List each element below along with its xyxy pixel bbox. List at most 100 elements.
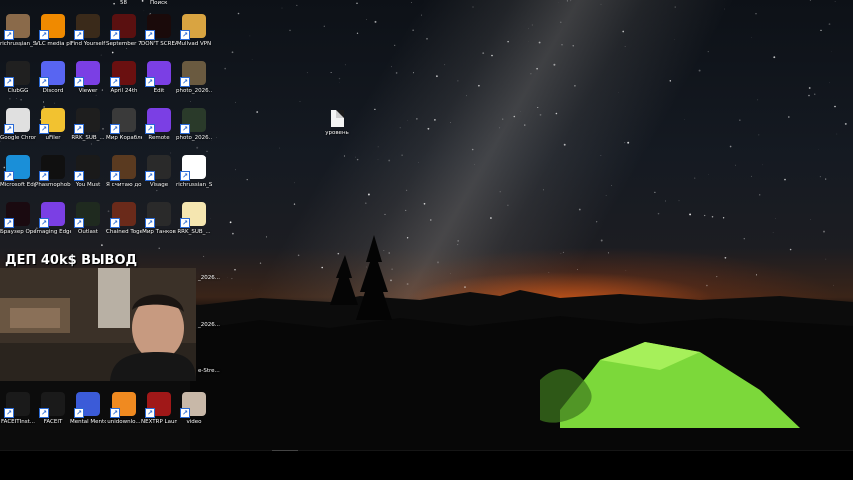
desktop-icon[interactable]: ↗Chained Together [106,202,142,236]
shortcut-arrow-icon: ↗ [4,124,14,134]
desktop-icon-label: FACEITInst... [1,419,35,425]
desktop-icon[interactable]: ↗September 7th [106,14,142,48]
desktop-icon[interactable]: ↗ uFiler [35,108,71,142]
desktop-file-uroven[interactable]: уровень [319,110,355,137]
shield-icon: ↗ [110,108,136,134]
desktop-icon[interactable]: ↗ RRK_SUB_... [176,202,212,236]
faceit-icon: ↗ [4,392,30,418]
shortcut-arrow-icon: ↗ [110,30,120,40]
folder-icon: ↗ [39,108,65,134]
desktop-icon[interactable]: ↗ FACEIT [35,392,71,426]
vlc-icon: ↗ [39,14,65,40]
desktop-icon[interactable]: ↗NEXTRP Launcher [141,392,177,426]
game-icon: ↗ [110,202,136,228]
desktop-icon[interactable]: ↗ RRK_SUB_... [70,108,106,142]
desktop-icon[interactable]: ↗ photo_2026... [176,61,212,95]
desktop-icon[interactable]: ↗ photo_2026... [176,108,212,142]
desktop-icon[interactable]: ↗ Edit [141,61,177,95]
desktop-icon-label: Браузер Opera GX [0,229,36,235]
desktop-icon[interactable]: ↗Microsoft Edge [0,155,36,189]
desktop-icon-label: September 7th [106,41,142,47]
desktop-icon[interactable]: ↗DON'T SCREAM [141,14,177,48]
shortcut-arrow-icon: ↗ [74,171,84,181]
game-icon: ↗ [74,155,100,181]
app-icon: ↗ [74,392,100,418]
game-icon: ↗ [39,155,65,181]
shortcut-arrow-icon: ↗ [4,30,14,40]
desktop-icon-label: Microsoft Edge [0,182,36,188]
stream-banner: ДЕП 40k$ ВЫВОД [5,253,138,268]
desktop-icon[interactable]: ↗ April 24th [106,61,142,95]
desktop-icon-label: Find Yourself [70,41,106,47]
shortcut-arrow-icon: ↗ [74,30,84,40]
game-icon: ↗ [110,14,136,40]
desktop-icon[interactable]: ↗ Outlast [70,202,106,236]
desktop-icon[interactable]: ↗Google Chrome [0,108,36,142]
desktop-icon[interactable]: ↗Phasmophobia [35,155,71,189]
desktop-icon[interactable]: ↗Мир Кораблей [106,108,142,142]
desktop-icon[interactable]: ↗ unidownlo... [106,392,142,426]
partial-icon-label: _2026... [198,275,220,281]
iedt-icon: ↗ [39,202,65,228]
desktop-icon-label: Chained Together [106,229,142,235]
folder-icon: ↗ [180,202,206,228]
desktop-icon[interactable]: ↗ You Must [70,155,106,189]
game-icon: ↗ [74,14,100,40]
desktop-icon-label: Я считаю до 6... [106,182,142,188]
shield-icon: ↗ [145,202,171,228]
desktop-icon[interactable]: ↗Браузер Opera GX [0,202,36,236]
desktop-icon[interactable]: ↗ Mullvad VPN [176,14,212,48]
partial-icon-label: _2026... [198,322,220,328]
shortcut-arrow-icon: ↗ [4,408,14,418]
shortcut-arrow-icon: ↗ [145,408,155,418]
desktop-icon-label: Outlast [78,229,98,235]
top-partial-label-2: Поиск [150,0,168,6]
shortcut-arrow-icon: ↗ [4,171,14,181]
desktop-icon[interactable]: ↗ Discord [35,61,71,95]
desktop-icon-label: Phasmophobia [35,182,71,188]
opera-icon: ↗ [4,202,30,228]
faceit-icon: ↗ [39,392,65,418]
shortcut-arrow-icon: ↗ [39,218,49,228]
download-icon: ↗ [110,392,136,418]
webcam-overlay [0,268,196,381]
desktop-icon[interactable]: ↗ ClubGG [0,61,36,95]
desktop-icon[interactable]: ↗ video [176,392,212,426]
desktop-icon-label: April 24th [110,88,138,94]
desktop-icon-label: photo_2026... [176,88,212,94]
desktop-icon-label: FACEIT [43,419,63,425]
desktop-icon[interactable]: ↗Imaging Edge Desktop [35,202,71,236]
shortcut-arrow-icon: ↗ [110,77,120,87]
desktop-icon-label: NEXTRP Launcher [141,419,177,425]
shortcut-arrow-icon: ↗ [180,218,190,228]
desktop-icon[interactable]: ↗VLC media player [35,14,71,48]
shortcut-arrow-icon: ↗ [145,77,155,87]
shortcut-arrow-icon: ↗ [180,124,190,134]
desktop-icon[interactable]: ↗Я считаю до 6... [106,155,142,189]
clubgg-icon: ↗ [4,61,30,87]
desktop-icon-label: Мир Кораблей [106,135,142,141]
desktop-icon[interactable]: ↗ Viewer [70,61,106,95]
desktop-icon[interactable]: ↗ Mental Mentor [70,392,106,426]
desktop-icon[interactable]: ↗ Find Yourself [70,14,106,48]
desktop-icon[interactable]: ↗richrussian_Stream - ... [176,155,212,189]
mullvad-icon: ↗ [180,14,206,40]
desktop-icon-label: ClubGG [7,88,29,94]
shortcut-arrow-icon: ↗ [110,171,120,181]
desktop-icon-label: RRK_SUB_... [71,135,105,141]
desktop-icon[interactable]: ↗ Мир Танков [141,202,177,236]
desktop-icon[interactable]: ↗ Visage [141,155,177,189]
shortcut-arrow-icon: ↗ [110,124,120,134]
desktop-icon[interactable]: ↗richrussian_Stream - ... [0,14,36,48]
iedt-icon: ↗ [74,61,100,87]
shortcut-arrow-icon: ↗ [145,218,155,228]
shortcut-arrow-icon: ↗ [74,408,84,418]
desktop-icon-label: Visage [149,182,169,188]
desktop-icon[interactable]: ↗ FACEITInst... [0,392,36,426]
desktop-icon-label: Mullvad VPN [176,41,212,47]
game-icon: ↗ [110,155,136,181]
desktop-icon[interactable]: ↗ Remote [141,108,177,142]
top-partial-label-1: 58 [120,0,127,6]
desktop-icon-label: RRK_SUB_... [177,229,211,235]
figma-icon: ↗ [74,108,100,134]
